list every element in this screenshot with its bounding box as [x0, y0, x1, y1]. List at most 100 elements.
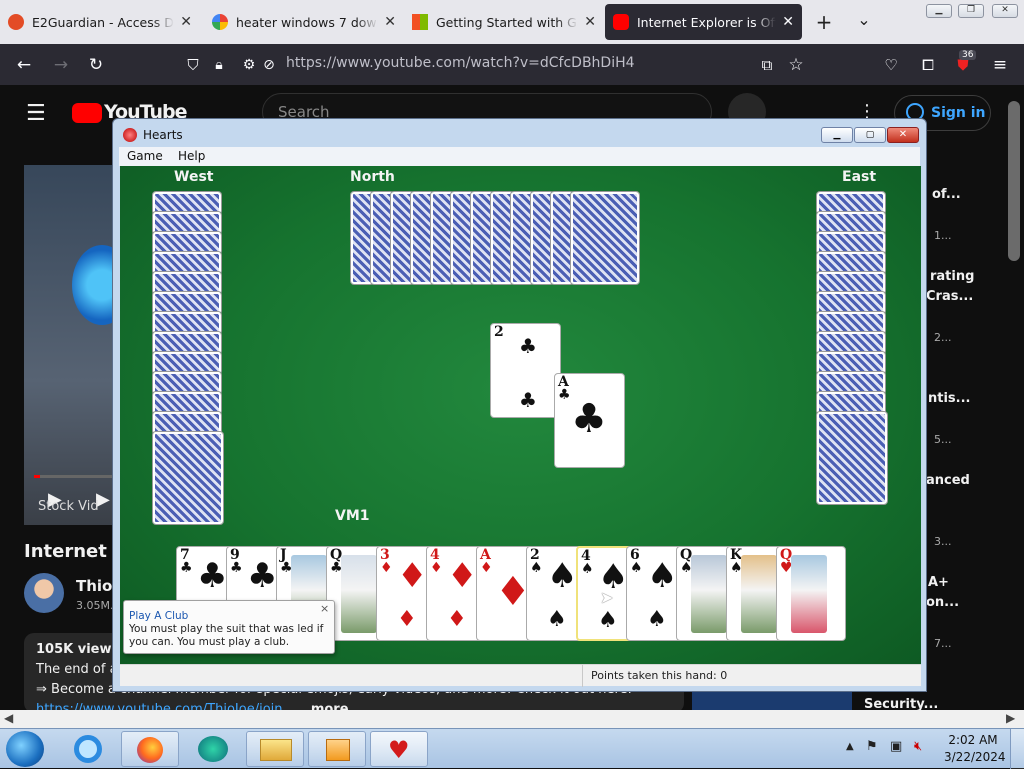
video-player[interactable] [24, 165, 114, 525]
view-count: 105K views [36, 642, 120, 657]
description-line: The end of a [36, 662, 118, 677]
tab-e2guardian[interactable]: E2Guardian - Access Denied ✕ [0, 0, 200, 44]
face-card-art [791, 555, 827, 633]
related-title[interactable]: Security... [864, 697, 938, 710]
app-taskbar-icon[interactable] [184, 733, 242, 765]
card-back [531, 192, 553, 284]
join-link[interactable]: https://www.youtube.com/ThioJoe/join [36, 702, 283, 710]
related-title[interactable]: A+ [928, 575, 949, 590]
media-taskbar-button[interactable] [308, 731, 366, 767]
tab-internet-explorer-video[interactable]: Internet Explorer is Officially ✕ [605, 4, 802, 40]
related-meta: 1... [934, 229, 952, 242]
more-link[interactable]: ...more [296, 702, 349, 710]
hearts-close-button[interactable]: ✕ [887, 127, 919, 143]
internet-explorer-icon [74, 735, 102, 763]
show-hidden-icons[interactable]: ▲ [846, 741, 854, 752]
scroll-right-icon[interactable]: ▶ [1006, 711, 1015, 725]
scroll-left-icon[interactable]: ◀ [4, 711, 13, 725]
related-title[interactable]: ntis... [928, 391, 970, 406]
card-back [551, 192, 573, 284]
network-icon[interactable]: ▣ [890, 739, 902, 754]
card-pip-icon: ♦ [397, 556, 428, 596]
reload-icon[interactable]: ↻ [85, 54, 107, 76]
permissions-icon[interactable]: ⚙ [238, 54, 260, 76]
ie-taskbar-icon[interactable] [62, 733, 112, 765]
related-meta: 5... [934, 433, 952, 446]
new-tab-button[interactable]: + [813, 11, 835, 33]
card-pip-icon: ♣ [247, 556, 278, 596]
back-icon[interactable]: ← [13, 54, 35, 76]
volume-muted-icon[interactable]: 🔇︎ [914, 739, 922, 754]
extension-badge: 36 [959, 50, 977, 60]
sign-in-label: Sign in [931, 105, 986, 121]
pocket-icon[interactable]: ♡ [880, 54, 902, 76]
tab-heater-search[interactable]: heater windows 7 download ✕ [204, 0, 404, 44]
card-back [817, 332, 885, 354]
related-meta: 7... [934, 637, 952, 650]
channel-avatar[interactable] [24, 573, 64, 613]
close-tab-icon[interactable]: ✕ [782, 14, 794, 30]
explorer-taskbar-button[interactable] [246, 731, 304, 767]
close-tab-icon[interactable]: ✕ [384, 14, 396, 30]
url-bar[interactable]: https://www.youtube.com/watch?v=dCfcDBhD… [286, 55, 635, 71]
close-tab-icon[interactable]: ✕ [180, 14, 192, 30]
horizontal-scrollbar[interactable]: ◀ ▶ [0, 710, 1024, 728]
extensions-icon[interactable]: ⧠ [917, 54, 939, 76]
show-desktop-button[interactable] [1010, 729, 1024, 769]
clock-date[interactable]: 3/22/2024 [944, 750, 1006, 764]
tracking-blocked-icon[interactable]: ⊘ [258, 54, 280, 76]
forward-icon[interactable]: → [50, 54, 72, 76]
firefox-taskbar-button[interactable] [121, 731, 179, 767]
card-back [817, 312, 885, 334]
card-suit-icon: ♦ [380, 560, 393, 576]
hearts-minimize-button[interactable]: ▁ [821, 127, 853, 143]
clock-time[interactable]: 2:02 AM [948, 733, 998, 747]
player-north-label: North [350, 169, 395, 185]
close-window-button[interactable]: ✕ [992, 4, 1018, 18]
hint-close-icon[interactable]: × [320, 602, 329, 615]
related-title[interactable]: of... [932, 187, 961, 202]
progress-bar[interactable] [34, 475, 114, 478]
tab-title: E2Guardian - Access Denied [32, 14, 174, 30]
card-suit-icon: ♣ [180, 560, 193, 576]
hearts-taskbar-button[interactable]: ♥ [370, 731, 428, 767]
card-suit-icon: ♦ [480, 560, 493, 576]
lock-icon[interactable]: 🔒︎ [208, 54, 230, 76]
menu-help[interactable]: Help [178, 149, 205, 163]
media-player-icon [326, 739, 350, 761]
tab-title: Getting Started with Games [436, 14, 578, 30]
card-suit-icon: ♣ [230, 560, 243, 576]
hearts-maximize-button[interactable]: ▢ [854, 127, 886, 143]
player-west-label: West [174, 169, 214, 185]
related-title[interactable]: rating [930, 269, 974, 284]
start-button[interactable] [6, 731, 44, 767]
points-status: Points taken this hand: 0 [591, 669, 728, 682]
app-menu-icon[interactable]: ≡ [989, 54, 1011, 76]
globe-icon [198, 736, 228, 762]
card-pip-icon: ♠ [647, 556, 678, 596]
action-center-flag-icon[interactable]: ⚑ [866, 739, 878, 754]
subscriber-count: 3.05M. [76, 599, 114, 612]
hamburger-menu-icon[interactable]: ☰ [26, 101, 46, 126]
list-all-tabs-button[interactable]: ⌄ [853, 9, 875, 31]
youtube-logo-icon[interactable] [72, 103, 102, 123]
minimize-button[interactable]: ▁ [926, 4, 952, 18]
hearts-window: Hearts ▁ ▢ ✕ Game Help West North East V… [112, 118, 927, 692]
maximize-button[interactable]: ❐ [958, 4, 984, 18]
close-tab-icon[interactable]: ✕ [584, 14, 596, 30]
hand-card[interactable]: Q ♥ [776, 546, 846, 641]
shield-icon[interactable]: ⛉ [182, 54, 204, 76]
picture-in-picture-icon[interactable]: ⧉ [756, 54, 778, 76]
scrollbar-thumb[interactable] [1008, 101, 1020, 261]
card-back [817, 232, 885, 254]
card-pip-icon: ♦ [397, 607, 417, 632]
related-title[interactable]: anced [926, 473, 970, 488]
related-title[interactable]: on... [926, 595, 959, 610]
menu-game[interactable]: Game [127, 149, 163, 163]
card-rank: 2 [494, 324, 504, 340]
tab-getting-started-games[interactable]: Getting Started with Games ✕ [404, 0, 604, 44]
related-title[interactable]: Cras... [926, 289, 973, 304]
hint-body: You must play the suit that was led if y… [129, 623, 324, 648]
bookmark-star-icon[interactable]: ☆ [785, 54, 807, 76]
card-back [153, 212, 221, 234]
